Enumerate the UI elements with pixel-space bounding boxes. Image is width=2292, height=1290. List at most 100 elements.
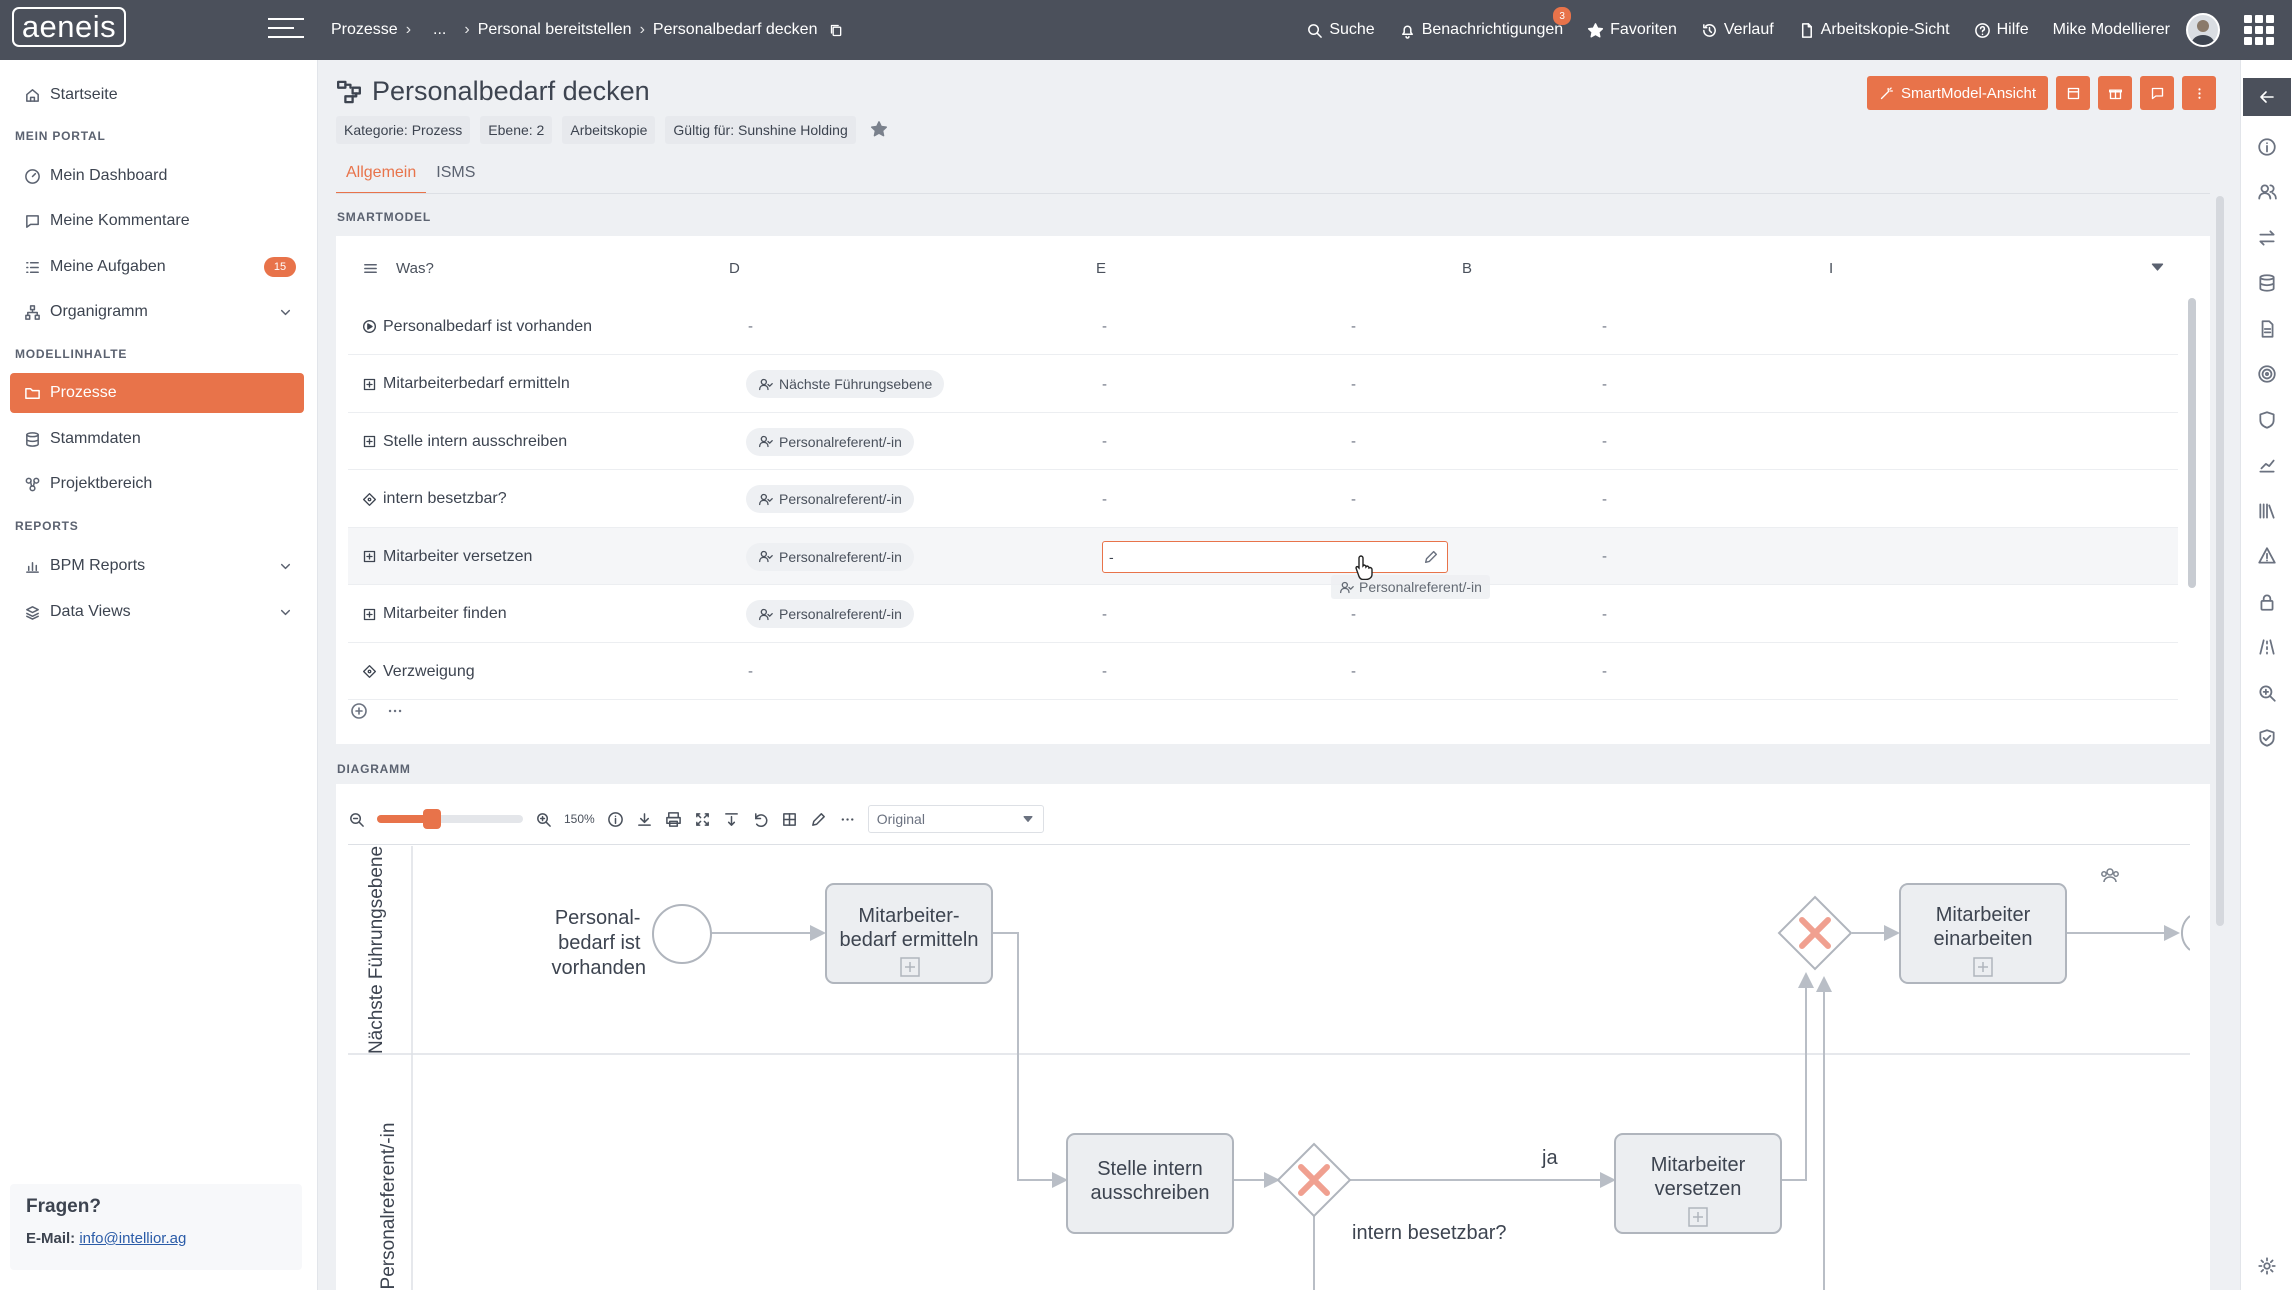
- row-label[interactable]: intern besetzbar?: [362, 471, 507, 528]
- cell-e[interactable]: -: [1102, 643, 1107, 700]
- cell-d[interactable]: Personalreferent/-in: [746, 528, 914, 585]
- sidebar-item-stammdaten[interactable]: Stammdaten: [10, 419, 304, 459]
- more-horizontal-icon[interactable]: [839, 811, 856, 828]
- sidebar-item-aufgaben[interactable]: Meine Aufgaben 15: [10, 247, 304, 287]
- task-mitarbeiterbedarf-ermitteln[interactable]: Mitarbeiter-bedarf ermitteln: [825, 883, 993, 984]
- group-users-icon[interactable]: [2101, 868, 2119, 883]
- gateway-join[interactable]: [1777, 895, 1853, 971]
- notifications-button[interactable]: Benachrichtigungen 3: [1399, 7, 1572, 39]
- grid-add-icon[interactable]: [781, 811, 798, 828]
- menu-toggle-button[interactable]: [268, 18, 304, 44]
- info-icon[interactable]: [2257, 137, 2277, 157]
- table-row[interactable]: Verzweigung - - - -: [348, 643, 2178, 700]
- fit-screen-icon[interactable]: [694, 811, 711, 828]
- cell-e[interactable]: -: [1102, 471, 1107, 528]
- table-row[interactable]: Mitarbeiter versetzen Personalreferent/-i…: [348, 528, 2178, 599]
- print-icon[interactable]: [665, 811, 682, 828]
- transfer-icon[interactable]: [2257, 228, 2277, 248]
- tab-allgemein[interactable]: Allgemein: [336, 160, 427, 194]
- role-chip[interactable]: Nächste Führungsebene: [746, 370, 945, 398]
- zoom-out-icon[interactable]: [348, 811, 365, 828]
- align-bottom-icon[interactable]: [723, 811, 740, 828]
- row-label[interactable]: Mitarbeiterbedarf ermitteln: [362, 356, 570, 413]
- table-scrollbar[interactable]: [2188, 298, 2196, 588]
- cell-d[interactable]: -: [748, 643, 753, 700]
- collapse-panel-button[interactable]: [2243, 78, 2291, 116]
- sidebar-item-startseite[interactable]: Startseite: [10, 75, 304, 115]
- chevron-down-icon[interactable]: [277, 304, 294, 321]
- cell-i[interactable]: -: [1602, 356, 1607, 413]
- sidebar-item-bpm-reports[interactable]: BPM Reports: [10, 546, 304, 586]
- sidebar-item-data-views[interactable]: Data Views: [10, 592, 304, 632]
- table-row[interactable]: intern besetzbar? Personalreferent/-in - - -: [348, 471, 2178, 528]
- column-header-i[interactable]: I: [1829, 260, 1833, 277]
- star-icon[interactable]: [870, 120, 888, 138]
- chevron-down-icon[interactable]: [277, 558, 294, 575]
- more-horizontal-icon[interactable]: [386, 702, 404, 720]
- document-icon[interactable]: [2257, 319, 2277, 339]
- copy-icon[interactable]: [829, 23, 844, 38]
- cell-b[interactable]: -: [1351, 298, 1356, 355]
- history-button[interactable]: Verlauf: [1701, 21, 1774, 39]
- edge-task3-join[interactable]: [1780, 972, 1814, 1181]
- pencil-icon[interactable]: [1423, 549, 1439, 565]
- library-icon[interactable]: [2257, 501, 2277, 521]
- task-stelle-intern-ausschreiben[interactable]: Stelle intern ausschreiben: [1066, 1133, 1234, 1234]
- cell-d[interactable]: Personalreferent/-in: [746, 586, 914, 643]
- breadcrumb-item-ellipsis[interactable]: ...: [433, 21, 446, 39]
- apps-grid-icon[interactable]: [2244, 15, 2274, 45]
- zoom-icon[interactable]: [2257, 683, 2277, 703]
- diagram-canvas[interactable]: Nächste Führungsebene Personalreferent/-…: [348, 846, 2190, 1290]
- role-chip[interactable]: Personalreferent/-in: [746, 485, 914, 513]
- row-label[interactable]: Mitarbeiter versetzen: [362, 528, 532, 585]
- cell-i[interactable]: -: [1602, 413, 1607, 470]
- column-header-e[interactable]: E: [1096, 260, 1106, 277]
- column-header-b[interactable]: B: [1462, 260, 1472, 277]
- cell-i[interactable]: -: [1602, 471, 1607, 528]
- help-button[interactable]: Hilfe: [1974, 21, 2029, 39]
- cell-e[interactable]: -: [1102, 413, 1107, 470]
- table-row[interactable]: Mitarbeiter finden Personalreferent/-in - -…: [348, 586, 2178, 643]
- smartmodel-view-button[interactable]: SmartModel-Ansicht: [1866, 76, 2048, 110]
- zoom-slider[interactable]: [377, 809, 523, 829]
- row-label[interactable]: Stelle intern ausschreiben: [362, 413, 567, 470]
- more-actions-button[interactable]: [2182, 76, 2216, 110]
- row-label[interactable]: Verzweigung: [362, 643, 475, 700]
- sidebar-item-organigramm[interactable]: Organigramm: [10, 292, 304, 332]
- lane-label-1[interactable]: Nächste Führungsebene: [366, 846, 387, 1054]
- shield-icon[interactable]: [2257, 410, 2277, 430]
- add-circle-icon[interactable]: [350, 702, 368, 720]
- cell-e[interactable]: -: [1102, 586, 1107, 643]
- sidebar-item-prozesse[interactable]: Prozesse: [10, 373, 304, 413]
- user-menu[interactable]: Mike Modellierer: [2053, 13, 2220, 47]
- drag-handle-icon[interactable]: [362, 260, 379, 277]
- task-mitarbeiter-einarbeiten[interactable]: Mitarbeiter einarbeiten: [1899, 883, 2067, 984]
- download-icon[interactable]: [636, 811, 653, 828]
- road-icon[interactable]: [2257, 637, 2277, 657]
- undo-icon[interactable]: [752, 811, 769, 828]
- check-shield-icon[interactable]: [2257, 728, 2277, 748]
- help-email-link[interactable]: info@intellior.ag: [79, 1230, 186, 1247]
- cell-d[interactable]: Personalreferent/-in: [746, 471, 914, 528]
- sidebar-item-dashboard[interactable]: Mein Dashboard: [10, 156, 304, 196]
- edit-icon[interactable]: [810, 811, 827, 828]
- table-row[interactable]: Personalbedarf ist vorhanden - - - -: [348, 298, 2178, 355]
- view-select[interactable]: Original: [867, 805, 1044, 833]
- cell-b[interactable]: -: [1351, 356, 1356, 413]
- lock-icon[interactable]: [2257, 592, 2277, 612]
- chevron-down-icon[interactable]: [277, 604, 294, 621]
- info-icon[interactable]: [607, 811, 624, 828]
- next-event-partial[interactable]: [2180, 915, 2190, 951]
- comment-button[interactable]: [2140, 76, 2174, 110]
- edge-task1-task2[interactable]: [990, 932, 1068, 1188]
- warning-icon[interactable]: [2257, 546, 2277, 566]
- line-chart-icon[interactable]: [2257, 455, 2277, 475]
- cell-e-editor[interactable]: -: [1102, 541, 1448, 573]
- cell-b[interactable]: -: [1351, 471, 1356, 528]
- tab-isms[interactable]: ISMS: [426, 160, 485, 194]
- cell-b[interactable]: -: [1351, 413, 1356, 470]
- row-label[interactable]: Personalbedarf ist vorhanden: [362, 298, 592, 355]
- table-row[interactable]: Mitarbeiterbedarf ermitteln Nächste Führu…: [348, 356, 2178, 413]
- database-icon[interactable]: [2257, 273, 2277, 293]
- task-mitarbeiter-versetzen[interactable]: Mitarbeiter versetzen: [1614, 1133, 1782, 1234]
